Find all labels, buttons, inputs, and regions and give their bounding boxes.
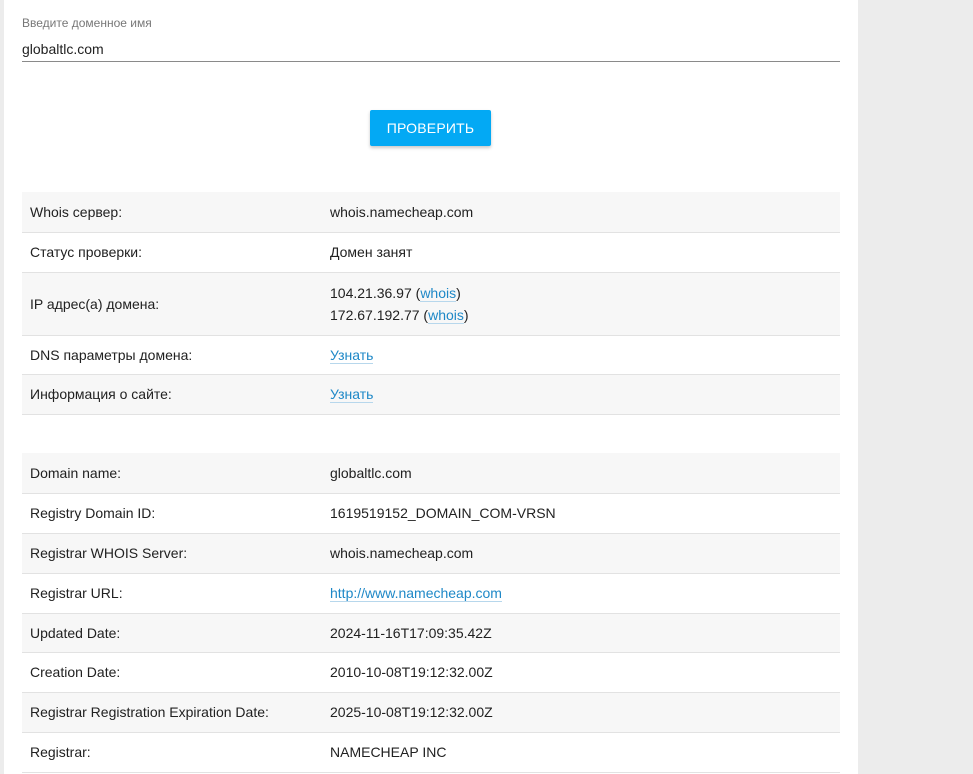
row-value: NAMECHEAP INC xyxy=(322,732,840,773)
site-info-link[interactable]: Узнать xyxy=(330,386,374,403)
table-row: Registrar: NAMECHEAP INC xyxy=(22,732,840,773)
row-value: 1619519152_DOMAIN_COM-VRSN xyxy=(322,493,840,534)
row-label: Registrar Registration Expiration Date: xyxy=(22,692,322,733)
table-row: IP адрес(а) домена: 104.21.36.97 (whois)… xyxy=(22,272,840,336)
ip-whois-link[interactable]: whois xyxy=(428,306,464,324)
row-label: Статус проверки: xyxy=(22,232,322,273)
table-row: Whois сервер: whois.namecheap.com xyxy=(22,192,840,233)
row-value: 2024-11-16T17:09:35.42Z xyxy=(322,613,840,653)
ip-address: 172.67.192.77 xyxy=(330,306,420,323)
registrar-url-link[interactable]: http://www.namecheap.com xyxy=(330,585,502,602)
table-row: Registrar Registration Expiration Date: … xyxy=(22,692,840,733)
row-value: 2025-10-08T19:12:32.00Z xyxy=(322,692,840,733)
row-value: globaltlc.com xyxy=(322,453,840,494)
whois-panel: Введите доменное имя ПРОВЕРИТЬ Whois сер… xyxy=(4,0,858,774)
ip-item: 172.67.192.77 (whois) xyxy=(330,306,469,324)
table-row: Информация о сайте: Узнать xyxy=(22,374,840,415)
ip-address: 104.21.36.97 xyxy=(330,284,412,301)
dns-lookup-link[interactable]: Узнать xyxy=(330,346,374,364)
row-label: Updated Date: xyxy=(22,613,322,653)
table-row: Registrar URL: http://www.namecheap.com xyxy=(22,573,840,614)
row-label: Registrar URL: xyxy=(22,573,322,614)
row-label: Whois сервер: xyxy=(22,192,322,233)
row-label: Registry Domain ID: xyxy=(22,493,322,534)
table-row: DNS параметры домена: Узнать xyxy=(22,335,840,375)
row-value: whois.namecheap.com xyxy=(322,533,840,574)
domain-input[interactable] xyxy=(22,36,840,62)
row-label: Registrar: xyxy=(22,732,322,773)
table-row: Registry Domain ID: 1619519152_DOMAIN_CO… xyxy=(22,493,840,534)
domain-field-label: Введите доменное имя xyxy=(22,16,152,30)
table-row: Creation Date: 2010-10-08T19:12:32.00Z xyxy=(22,652,840,693)
whois-table: Domain name: globaltlc.com Registry Doma… xyxy=(22,453,840,773)
row-label: Registrar WHOIS Server: xyxy=(22,533,322,574)
row-value: 2010-10-08T19:12:32.00Z xyxy=(322,652,840,693)
ip-whois-link[interactable]: whois xyxy=(420,284,457,302)
summary-table: Whois сервер: whois.namecheap.com Статус… xyxy=(22,192,840,415)
status-value: Домен занят xyxy=(322,232,840,273)
check-button[interactable]: ПРОВЕРИТЬ xyxy=(370,110,491,146)
row-label: Domain name: xyxy=(22,453,322,494)
row-label: DNS параметры домена: xyxy=(22,335,322,375)
row-label: Информация о сайте: xyxy=(22,374,322,415)
domain-field: Введите доменное имя xyxy=(22,14,840,62)
table-row: Registrar WHOIS Server: whois.namecheap.… xyxy=(22,533,840,574)
table-row: Статус проверки: Домен занят xyxy=(22,232,840,273)
table-row: Domain name: globaltlc.com xyxy=(22,453,840,494)
row-label: IP адрес(а) домена: xyxy=(22,272,322,336)
ip-item: 104.21.36.97 (whois) xyxy=(330,284,461,302)
row-label: Creation Date: xyxy=(22,652,322,693)
table-row: Updated Date: 2024-11-16T17:09:35.42Z xyxy=(22,613,840,653)
row-value: whois.namecheap.com xyxy=(322,192,840,233)
ip-list: 104.21.36.97 (whois) 172.67.192.77 (whoi… xyxy=(322,272,840,336)
